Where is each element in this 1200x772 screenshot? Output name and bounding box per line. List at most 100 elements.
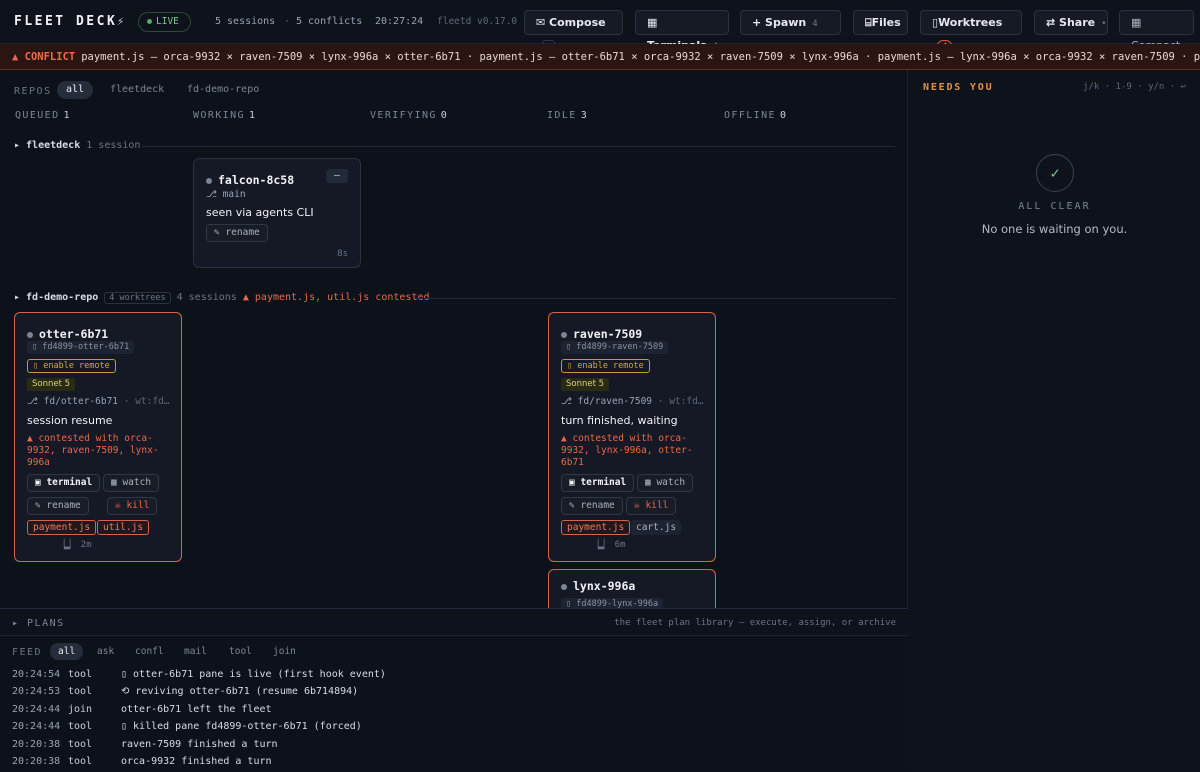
- feed-filter-ask[interactable]: ask: [89, 643, 122, 660]
- session-card-falcon[interactable]: falcon-8c58 — ⎇ main seen via agents CLI…: [193, 158, 361, 268]
- card-activity: ▕▂▏ 6m: [593, 540, 626, 550]
- conflict-text: payment.js — orca-9932 × raven-7509 × ly…: [81, 51, 1200, 63]
- feed-kind: join: [68, 704, 93, 715]
- card-title-text: raven-7509: [573, 327, 643, 341]
- all-clear-label: ALL CLEAR: [1018, 201, 1091, 212]
- compose-button[interactable]: ✉ Composec: [524, 10, 623, 54]
- feed-filter-mail[interactable]: mail: [176, 643, 215, 660]
- group-session-count: 1 session: [86, 140, 141, 151]
- rename-button[interactable]: ✎ rename: [561, 497, 623, 515]
- column-label: WORKING: [193, 110, 245, 121]
- repo-filter-all[interactable]: all: [57, 81, 94, 99]
- card-status: turn finished, waiting: [561, 414, 678, 427]
- session-card-otter[interactable]: otter-6b71 ▯ fd4899-otter-6b71 ▯ enable …: [14, 312, 182, 562]
- minimize-button[interactable]: —: [326, 169, 348, 183]
- feed-time: 20:24:44: [12, 721, 61, 732]
- branch-label: ⎇ fd/raven-7509 · wt:fd…: [561, 396, 704, 407]
- pane-id[interactable]: ▯ fd4899-raven-7509: [561, 341, 669, 354]
- plans-description: the fleet plan library — execute, assign…: [614, 618, 896, 628]
- compose-label: Compose: [549, 16, 606, 29]
- column-label: IDLE: [547, 110, 577, 121]
- watch-button[interactable]: ▦ watch: [637, 474, 694, 492]
- repo-filter-fd-demo-repo[interactable]: fd-demo-repo: [178, 81, 268, 99]
- feed-message: otter-6b71 left the fleet: [121, 704, 272, 715]
- feed-message: raven-7509 finished a turn: [121, 739, 278, 750]
- plans-bar[interactable]: ▸ PLANS the fleet plan library — execute…: [0, 608, 908, 636]
- terminal-button[interactable]: ▣ terminal: [561, 474, 635, 492]
- column-label: OFFLINE: [724, 110, 776, 121]
- feed-row: 20:24:44 join otter-6b71 left the fleet: [12, 704, 272, 720]
- column-idle: IDLE 3: [547, 110, 588, 121]
- rename-button[interactable]: ✎ rename: [206, 224, 268, 242]
- pane-id[interactable]: ▯ fd4899-otter-6b71: [27, 341, 135, 354]
- empty-message: No one is waiting on you.: [981, 222, 1128, 236]
- share-icon: ⇄: [1046, 16, 1060, 29]
- feed-time: 20:24:53: [12, 686, 61, 697]
- card-age: 8s: [337, 249, 348, 259]
- card-title-text: falcon-8c58: [218, 173, 295, 187]
- feed-row: 20:24:53 tool ⟲ reviving otter-6b71 (resum…: [12, 686, 358, 702]
- feed-time: 20:20:38: [12, 756, 61, 767]
- column-count: 3: [580, 110, 589, 121]
- files-label: Files: [871, 16, 901, 29]
- check-icon: ✓: [1036, 154, 1074, 192]
- column-count: 1: [248, 110, 257, 121]
- spawn-button[interactable]: + Spawn4 live: [740, 10, 841, 54]
- feed-filter-all[interactable]: all: [50, 643, 84, 660]
- feed-filter-confl[interactable]: confl: [127, 643, 172, 660]
- rename-button[interactable]: ✎ rename: [27, 497, 89, 515]
- enable-remote-button[interactable]: ▯ enable remote: [27, 359, 116, 373]
- clock: 20:27:24: [375, 16, 424, 27]
- worktree-count-tag: 4 worktrees: [104, 292, 171, 304]
- kill-button[interactable]: ☠ kill: [107, 497, 158, 515]
- feed-row: 20:24:44 tool ▯ killed pane fd4899-otter-6…: [12, 721, 362, 737]
- file-chip[interactable]: payment.js: [27, 520, 97, 535]
- group-fleetdeck[interactable]: ▸ fleetdeck 1 session: [14, 140, 140, 151]
- terminal-button[interactable]: ▣ terminal: [27, 474, 101, 492]
- status-dot-icon: [206, 177, 212, 184]
- file-chip[interactable]: util.js: [97, 520, 150, 535]
- session-card-lynx[interactable]: lynx-996a ▯ fd4899-lynx-996a: [548, 569, 716, 608]
- feed-message: orca-9932 finished a turn: [121, 756, 272, 767]
- card-status: session resume: [27, 414, 113, 427]
- session-card-raven[interactable]: raven-7509 ▯ fd4899-raven-7509 ▯ enable …: [548, 312, 716, 562]
- group-session-count: 4 sessions: [176, 292, 237, 303]
- repo-filter-fleetdeck[interactable]: fleetdeck: [101, 81, 173, 99]
- watch-button[interactable]: ▦ watch: [103, 474, 160, 492]
- column-count: 0: [440, 110, 449, 121]
- compact-button[interactable]: ▦ Compact: [1119, 10, 1194, 52]
- terminals-button[interactable]: ▦ Terminals4: [635, 10, 729, 52]
- pane-id[interactable]: ▯ fd4899-lynx-996a: [561, 598, 664, 608]
- live-dot-icon: [147, 19, 152, 24]
- files-button[interactable]: ⌸Files: [853, 10, 908, 35]
- kill-button[interactable]: ☠ kill: [626, 497, 677, 515]
- worktrees-button[interactable]: ▯Worktrees4: [920, 10, 1022, 55]
- kanban-board: REPOS all fleetdeck fd-demo-repo QUEUED 1…: [0, 70, 908, 608]
- file-chip[interactable]: payment.js: [561, 520, 631, 535]
- repos-label: REPOS: [14, 86, 52, 97]
- feed-message: ▯ otter-6b71 pane is live (first hook ev…: [121, 669, 386, 680]
- status-dot-icon: [27, 331, 33, 338]
- card-title: falcon-8c58: [206, 173, 294, 187]
- feed-filter-join[interactable]: join: [265, 643, 304, 660]
- column-count: 1: [63, 110, 71, 121]
- spawn-label: + Spawn: [752, 16, 807, 29]
- model-badge: Sonnet 5: [27, 378, 76, 391]
- feed-filter-tool[interactable]: tool: [221, 643, 260, 660]
- live-label: LIVE: [156, 16, 179, 27]
- status-dot-icon: [561, 331, 567, 338]
- feed-time: 20:24:44: [12, 704, 61, 715]
- feed-kind: tool: [68, 756, 93, 767]
- version-label: fleetd v0.17.0: [437, 16, 518, 27]
- feed-kind: tool: [68, 739, 93, 750]
- conflict-banner[interactable]: ▲ CONFLICT payment.js — orca-9932 × raven…: [0, 44, 1200, 70]
- file-chip[interactable]: cart.js: [631, 520, 682, 535]
- card-title: raven-7509: [561, 327, 642, 341]
- files-icon: ⌸: [865, 16, 872, 29]
- share-button[interactable]: ⇄ Share •: [1034, 10, 1108, 35]
- compact-icon: ▦: [1131, 16, 1142, 29]
- column-offline: OFFLINE 0: [724, 110, 787, 121]
- enable-remote-button[interactable]: ▯ enable remote: [561, 359, 650, 373]
- group-fd-demo-repo[interactable]: ▸ fd-demo-repo 4 worktrees 4 sessions ▲ p…: [14, 292, 430, 304]
- worktree-label: · wt:fd…: [123, 396, 170, 407]
